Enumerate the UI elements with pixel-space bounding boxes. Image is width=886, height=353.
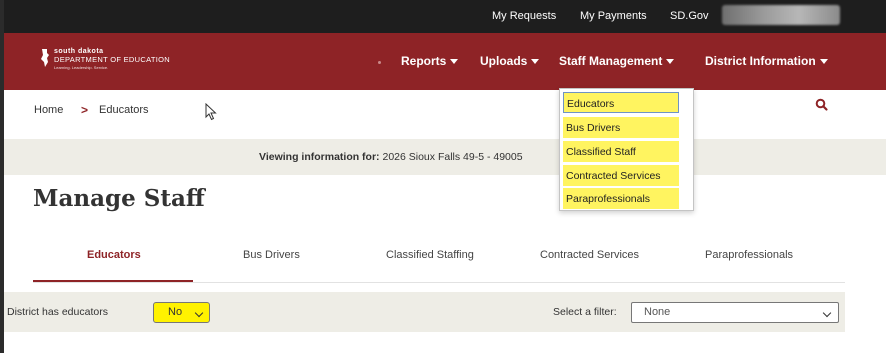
caret-down-icon [666, 58, 675, 64]
filter-label: Select a filter: [553, 306, 617, 318]
logo-text: south dakota DEPARTMENT OF EDUCATION Lea… [54, 48, 170, 70]
tabs-divider [33, 282, 845, 283]
viewing-info-bar: Viewing information for: 2026 Sioux Fall… [4, 139, 886, 175]
menu-item-bus-drivers[interactable]: Bus Drivers [563, 117, 679, 138]
nav-separator [378, 61, 381, 64]
menu-item-classified-staff[interactable]: Classified Staff [563, 141, 679, 162]
breadcrumb-separator: > [81, 103, 89, 117]
staff-management-menu: Educators Bus Drivers Classified Staff C… [559, 88, 694, 211]
menu-item-educators[interactable]: Educators [563, 92, 679, 113]
logo[interactable]: south dakota DEPARTMENT OF EDUCATION Lea… [40, 48, 170, 70]
viewing-info: Viewing information for: 2026 Sioux Fall… [259, 151, 523, 163]
my-payments-link[interactable]: My Payments [580, 10, 647, 22]
nav-staff-management-label: Staff Management [559, 54, 663, 68]
filter-select[interactable]: None [631, 302, 839, 323]
menu-item-paraprofessionals[interactable]: Paraprofessionals [563, 188, 679, 209]
nav-uploads[interactable]: Uploads [480, 54, 540, 68]
my-requests-link[interactable]: My Requests [492, 10, 556, 22]
has-educators-value: No [168, 306, 183, 318]
caret-down-icon [450, 58, 459, 64]
logo-line-state: south dakota [54, 48, 104, 55]
has-educators-select[interactable]: No [153, 302, 210, 323]
utility-bar: My Requests My Payments SD.Gov [4, 0, 886, 33]
caret-down-icon [819, 58, 828, 64]
caret-down-icon [531, 58, 540, 64]
logo-tagline: Learning. Leadership. Service. [54, 64, 109, 70]
tab-paraprofessionals[interactable]: Paraprofessionals [705, 249, 793, 261]
chevron-down-icon [194, 308, 204, 318]
breadcrumb-home-link[interactable]: Home [34, 104, 63, 116]
search-icon[interactable] [815, 98, 829, 112]
nav-district-information[interactable]: District Information [705, 54, 828, 68]
state-outline-icon [41, 49, 49, 67]
tab-classified-staffing[interactable]: Classified Staffing [386, 249, 474, 261]
tab-educators[interactable]: Educators [87, 249, 141, 261]
nav-staff-management[interactable]: Staff Management [559, 54, 675, 68]
breadcrumb: Home > Educators [4, 90, 886, 130]
logo-line-department: DEPARTMENT OF EDUCATION [54, 55, 170, 64]
nav-reports-label: Reports [401, 54, 447, 68]
nav-reports[interactable]: Reports [401, 54, 459, 68]
tab-contracted-services[interactable]: Contracted Services [540, 249, 639, 261]
viewing-info-label: Viewing information for: [259, 151, 380, 163]
chevron-down-icon [822, 308, 832, 318]
page-title: Manage Staff [33, 185, 205, 212]
menu-item-contracted-services[interactable]: Contracted Services [563, 165, 679, 186]
main-navigation: south dakota DEPARTMENT OF EDUCATION Lea… [4, 33, 886, 90]
user-account-menu[interactable] [722, 5, 840, 25]
has-educators-label: District has educators [7, 306, 108, 318]
mouse-cursor-icon [205, 103, 217, 121]
filter-value: None [644, 306, 671, 318]
breadcrumb-current: Educators [99, 104, 149, 116]
nav-district-information-label: District Information [705, 54, 816, 68]
viewing-info-value: 2026 Sioux Falls 49-5 - 49005 [382, 151, 523, 163]
sd-gov-link[interactable]: SD.Gov [670, 10, 709, 22]
nav-uploads-label: Uploads [480, 54, 528, 68]
tab-bus-drivers[interactable]: Bus Drivers [243, 249, 300, 261]
filter-bar: District has educators No Select a filte… [4, 292, 845, 332]
